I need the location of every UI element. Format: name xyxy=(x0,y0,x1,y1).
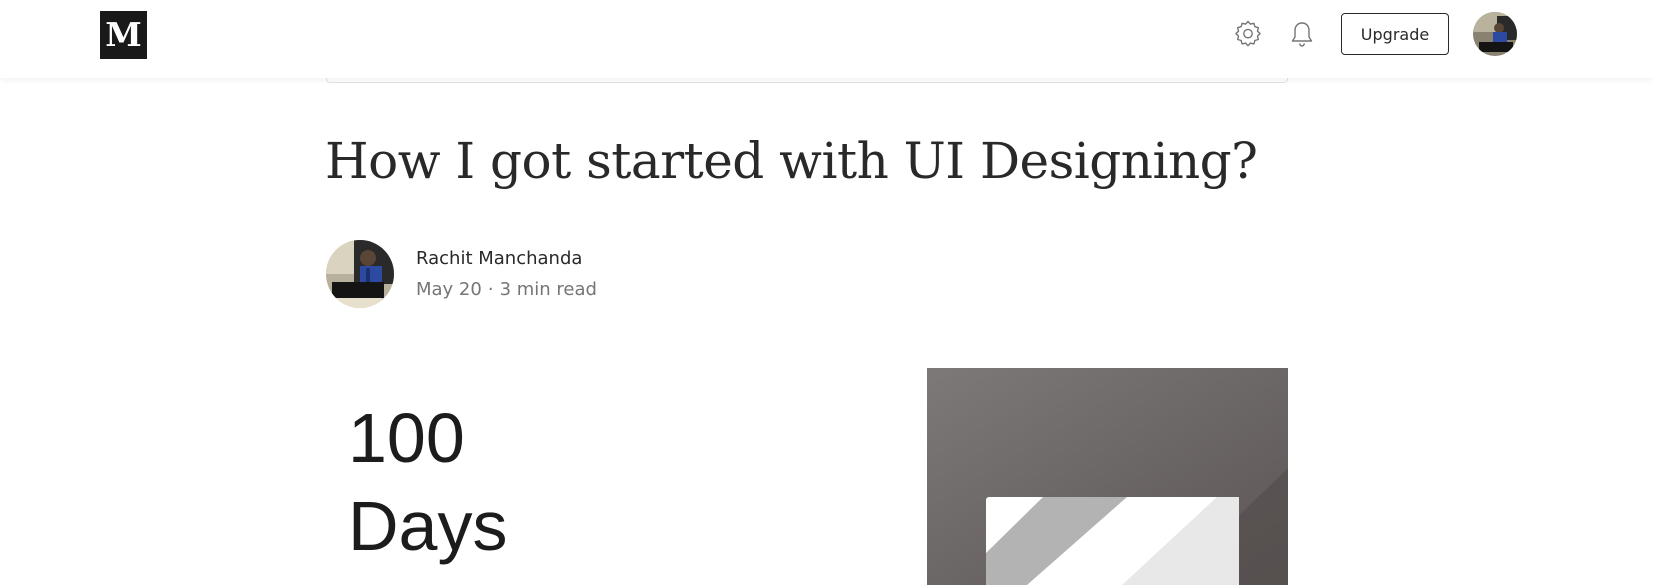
top-navigation-bar: M Upgrade xyxy=(0,0,1653,78)
hero-illustration-graphic xyxy=(927,368,1288,585)
author-name-link[interactable]: Rachit Manchanda xyxy=(416,248,582,269)
author-avatar[interactable] xyxy=(326,240,394,308)
medium-logo[interactable]: M xyxy=(100,11,147,59)
gear-icon xyxy=(1235,20,1261,47)
hero-text: 100 Days xyxy=(348,394,507,570)
user-avatar[interactable] xyxy=(1473,12,1517,56)
article-hero-image: 100 Days xyxy=(326,368,1288,585)
meta-separator: · xyxy=(487,279,494,300)
article-title: How I got started with UI Designing? xyxy=(325,132,1258,190)
publish-date: May 20 xyxy=(416,279,482,300)
hero-line-2: Days xyxy=(348,487,508,565)
hero-line-1: 100 xyxy=(348,399,465,477)
bell-icon xyxy=(1291,22,1313,47)
header-divider xyxy=(326,78,1288,83)
notifications-bell-icon[interactable] xyxy=(1284,16,1320,52)
article-meta: May 20 · 3 min read xyxy=(416,279,597,300)
read-time: 3 min read xyxy=(499,279,597,300)
hero-illustration xyxy=(927,368,1288,585)
author-avatar-image xyxy=(326,240,394,308)
upgrade-button[interactable]: Upgrade xyxy=(1341,13,1449,55)
user-avatar-image xyxy=(1473,12,1517,56)
settings-gear-icon[interactable] xyxy=(1230,16,1266,52)
